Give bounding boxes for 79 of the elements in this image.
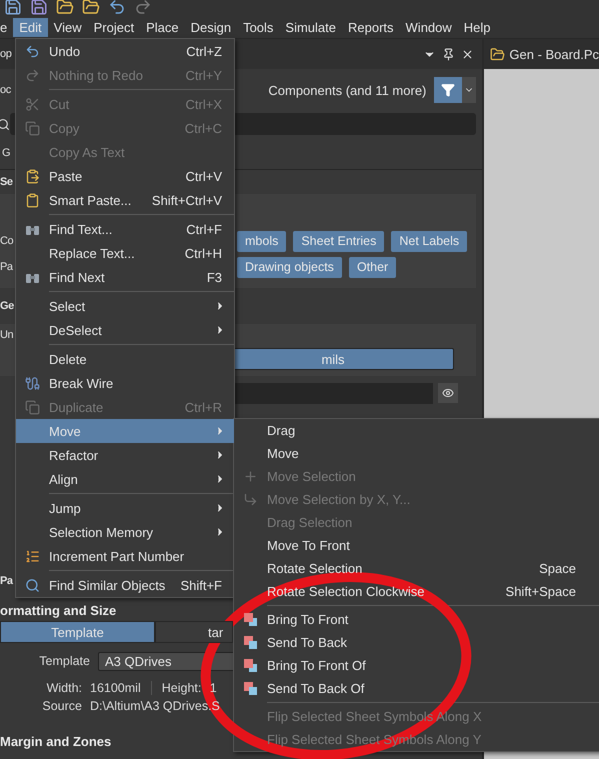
copy-icon <box>25 120 40 136</box>
filter-button-edge: Pa <box>0 261 14 273</box>
field-label: Source <box>41 699 82 713</box>
undo-icon[interactable] <box>108 0 126 16</box>
visibility-button[interactable] <box>438 383 458 403</box>
filter-button-edge: Co <box>0 235 14 247</box>
duplicate-icon <box>25 400 40 414</box>
menu-item[interactable]: Send To Back Of <box>234 677 599 700</box>
increment-icon <box>25 548 40 564</box>
layers-icon <box>243 612 258 627</box>
menu-item[interactable]: Find Text... Ctrl+F <box>16 217 234 241</box>
save-icon[interactable] <box>4 0 22 16</box>
pin-icon[interactable] <box>442 48 456 60</box>
menu-item[interactable]: Paste Ctrl+V <box>16 164 234 188</box>
menu-bar-item[interactable]: Design <box>184 18 238 36</box>
menu-bar-item[interactable]: Help <box>458 18 497 36</box>
field-label: Un <box>0 329 14 341</box>
menu-item[interactable]: Select <box>16 294 234 318</box>
menu-item[interactable]: DeSelect <box>16 318 234 342</box>
field-label: Template <box>38 654 90 668</box>
menu-item[interactable]: Rotate Selection Space <box>234 557 599 580</box>
folder-icon[interactable] <box>82 0 100 16</box>
menu-item[interactable]: Replace Text... Ctrl+H <box>16 241 234 265</box>
paste-icon <box>25 168 40 184</box>
wire-icon <box>25 376 40 390</box>
section-heading: Ge <box>0 300 15 312</box>
menu-bar-item[interactable]: Place <box>140 18 185 36</box>
close-icon[interactable] <box>461 48 474 60</box>
menu-item[interactable]: Move <box>234 442 599 465</box>
menu-item[interactable]: Bring To Front <box>234 608 599 631</box>
menu-bar-item[interactable]: e <box>0 18 14 36</box>
menu-item[interactable]: Increment Part Number <box>16 544 234 568</box>
menu-item[interactable]: Find Next F3 <box>16 265 234 289</box>
eye-icon <box>442 387 454 399</box>
layers-icon <box>243 635 258 650</box>
menu-bar-item[interactable]: Project <box>88 18 140 36</box>
menu-item[interactable]: Selection Memory <box>16 520 234 544</box>
menu-bar-item[interactable]: Window <box>400 18 458 36</box>
menu-bar-item[interactable]: Tools <box>237 18 280 36</box>
filter-icon <box>441 83 456 97</box>
menu-item[interactable]: Find Similar Objects Shift+F <box>16 573 234 597</box>
menu-item[interactable]: Undo Ctrl+Z <box>16 39 234 63</box>
section-heading: Pa <box>0 575 14 589</box>
menu-item[interactable]: Send To Back <box>234 631 599 654</box>
panel-title: op <box>0 48 12 60</box>
section-heading: Se <box>0 176 14 188</box>
menu-item[interactable]: Align <box>16 467 234 491</box>
menu-bar-item[interactable]: Simulate <box>279 18 342 36</box>
save-icon[interactable] <box>30 0 48 16</box>
menu-item[interactable]: Drag <box>234 419 599 442</box>
menu-bar-item[interactable]: Reports <box>342 18 400 36</box>
redo-icon <box>25 68 40 82</box>
crosshair-icon <box>243 469 258 484</box>
field-label: Width: <box>46 681 82 695</box>
field-value: 16100mil <box>90 681 141 695</box>
tab-label: G <box>1 147 12 159</box>
menu-item[interactable]: Break Wire <box>16 371 234 395</box>
clipboard-icon <box>25 192 40 208</box>
menu-item[interactable]: Move To Front <box>234 534 599 557</box>
section-heading: ormatting and Size <box>0 602 116 618</box>
field-label: Height: <box>162 681 202 695</box>
filter-button[interactable] <box>434 77 462 103</box>
tab[interactable]: tar <box>155 621 233 643</box>
undo-icon <box>25 44 40 58</box>
corner-arrow-icon <box>243 492 258 507</box>
menu-item[interactable]: Refactor <box>16 443 234 467</box>
search-icon <box>25 578 40 592</box>
menu-item[interactable]: Smart Paste... Shift+Ctrl+V <box>16 188 234 212</box>
filter-summary: Components (and 11 more) <box>268 82 426 98</box>
layers-icon <box>243 681 258 696</box>
section-heading: Margin and Zones <box>0 734 112 749</box>
menu-item[interactable]: Jump <box>16 496 234 520</box>
layers-icon <box>243 658 258 673</box>
search-icon <box>0 118 10 130</box>
menu-bar-item[interactable]: View <box>48 18 88 36</box>
cut-icon <box>25 96 40 112</box>
folder-icon[interactable] <box>56 0 74 16</box>
redo-icon[interactable] <box>134 0 152 16</box>
filter-label: oc <box>0 84 12 96</box>
